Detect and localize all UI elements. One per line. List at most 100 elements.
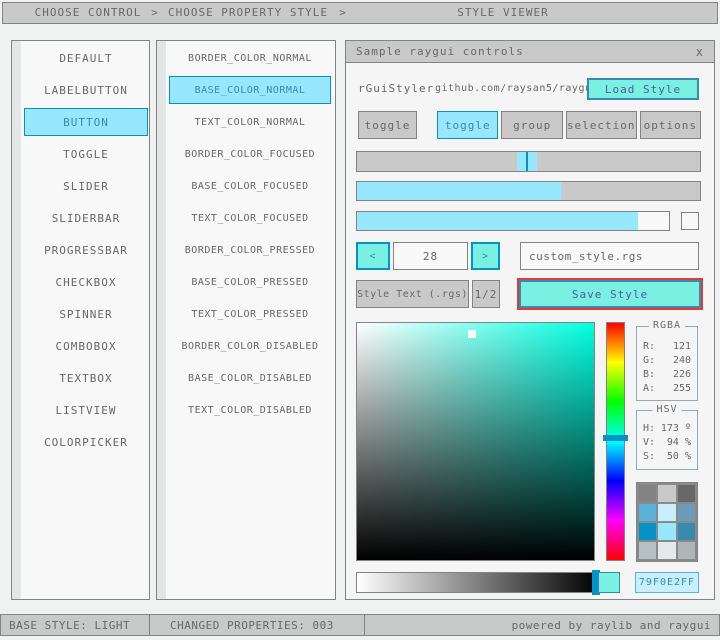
chevron-right-icon: > [151, 6, 159, 19]
rgba-green-label: G: [643, 355, 656, 366]
color-picker-selector[interactable] [468, 329, 477, 338]
progressbar-fill [357, 212, 638, 230]
hsv-saturation-value: 50 % [666, 451, 691, 462]
rgba-blue-label: B: [643, 369, 656, 380]
list-item-default[interactable]: DEFAULT [24, 44, 148, 72]
toggle-group-item-options[interactable]: options [639, 111, 702, 139]
toggle-row: toggle toggle group selection options [346, 111, 714, 139]
list-item-base-color-disabled[interactable]: BASE_COLOR_DISABLED [169, 364, 331, 392]
hsv-hue-value: 173 º [660, 423, 691, 434]
repo-link[interactable]: github.com/raysan5/raygui [435, 78, 598, 100]
status-changed-properties: CHANGED PROPERTIES: 003 [149, 614, 365, 636]
value-gradient-bar[interactable] [356, 570, 600, 595]
window-title: Sample raygui controls [356, 45, 524, 58]
style-text-button[interactable]: Style Text (.rgs) [356, 280, 469, 308]
swatch-text-normal[interactable] [677, 485, 695, 502]
list-item-textbox[interactable]: TEXTBOX [24, 364, 148, 392]
hue-bar-handle[interactable] [603, 435, 628, 442]
toggle-group-item-selection[interactable]: selection [565, 111, 637, 139]
breadcrumb-style-viewer: STYLE VIEWER [457, 6, 549, 19]
list-item-combobox[interactable]: COMBOBOX [24, 332, 148, 360]
spinner-increment-button[interactable]: > [471, 242, 500, 270]
list-item-border-color-pressed[interactable]: BORDER_COLOR_PRESSED [169, 236, 331, 264]
toggle-group-item-group[interactable]: group [501, 111, 563, 139]
list-item-text-color-disabled[interactable]: TEXT_COLOR_DISABLED [169, 396, 331, 424]
swatch-text-focused[interactable] [677, 504, 695, 521]
page-indicator-button[interactable]: 1/2 [472, 280, 500, 308]
swatch-base-disabled[interactable] [658, 542, 676, 559]
hsv-groupbox: HSV H: 173 º V: 94 % S: 50 % [636, 404, 698, 470]
hue-bar[interactable] [603, 322, 628, 561]
list-item-button-selected[interactable]: BUTTON [24, 108, 148, 136]
slider-handle[interactable] [517, 152, 538, 171]
list-item-border-color-disabled[interactable]: BORDER_COLOR_DISABLED [169, 332, 331, 360]
rguistyler-app: CHOOSE CONTROL > CHOOSE PROPERTY STYLE >… [0, 0, 720, 640]
swatch-base-normal[interactable] [658, 485, 676, 502]
spinner-value[interactable]: 28 [393, 242, 468, 270]
toggle-group-item-toggle-active[interactable]: toggle [437, 111, 499, 139]
swatch-text-disabled[interactable] [677, 542, 695, 559]
slider[interactable] [356, 151, 701, 172]
chevron-right-icon: > [339, 6, 347, 19]
rgba-groupbox-title: RGBA [648, 320, 686, 331]
list-item-base-color-focused[interactable]: BASE_COLOR_FOCUSED [169, 172, 331, 200]
sliderbar[interactable] [356, 181, 701, 201]
list-item-border-color-focused[interactable]: BORDER_COLOR_FOCUSED [169, 140, 331, 168]
rgba-alpha-value: 255 [672, 383, 691, 394]
toggle-group: toggle group selection options [437, 111, 702, 139]
spinner-decrement-button[interactable]: < [356, 242, 390, 270]
style-color-swatch-grid [636, 482, 698, 562]
spinner-row: < 28 > custom_style.rgs [346, 242, 714, 270]
properties-list-scrollbar[interactable] [157, 41, 166, 599]
load-style-button[interactable]: Load Style [587, 78, 699, 100]
hsv-saturation-label: S: [643, 451, 656, 462]
list-item-border-color-normal[interactable]: BORDER_COLOR_NORMAL [169, 44, 331, 72]
swatch-border-disabled[interactable] [639, 542, 657, 559]
hsv-value-value: 94 % [666, 437, 691, 448]
color-picker-area[interactable] [356, 322, 595, 561]
swatch-base-pressed[interactable] [658, 523, 676, 540]
list-item-spinner[interactable]: SPINNER [24, 300, 148, 328]
hsv-value-label: V: [643, 437, 656, 448]
list-item-base-color-normal-selected[interactable]: BASE_COLOR_NORMAL [169, 76, 331, 104]
breadcrumb-bar: CHOOSE CONTROL > CHOOSE PROPERTY STYLE >… [2, 2, 718, 24]
style-actions-row: Style Text (.rgs) 1/2 Save Style [346, 280, 714, 308]
list-item-progressbar[interactable]: PROGRESSBAR [24, 236, 148, 264]
list-item-toggle[interactable]: TOGGLE [24, 140, 148, 168]
list-item-sliderbar[interactable]: SLIDERBAR [24, 204, 148, 232]
swatch-border-pressed[interactable] [639, 523, 657, 540]
swatch-base-focused[interactable] [658, 504, 676, 521]
rgba-blue-value: 226 [672, 369, 691, 380]
hsv-value-row: V: 94 % [643, 436, 691, 449]
properties-listview: BORDER_COLOR_NORMAL BASE_COLOR_NORMAL TE… [156, 40, 336, 600]
rgba-red-row: R: 121 [643, 340, 691, 353]
list-item-colorpicker[interactable]: COLORPICKER [24, 428, 148, 456]
breadcrumb-choose-property-style: CHOOSE PROPERTY STYLE [167, 6, 329, 19]
list-item-checkbox[interactable]: CHECKBOX [24, 268, 148, 296]
sample-controls-window: Sample raygui controls x rGuiStyler gith… [345, 40, 715, 600]
app-name-label: rGuiStyler [358, 82, 435, 95]
close-icon[interactable]: x [696, 45, 704, 59]
swatch-border-focused[interactable] [639, 504, 657, 521]
hex-color-input[interactable]: 79F0E2FF [635, 572, 699, 593]
window-content: rGuiStyler github.com/raysan5/raygui Loa… [346, 64, 714, 599]
filename-input[interactable]: custom_style.rgs [520, 242, 699, 270]
list-item-text-color-focused[interactable]: TEXT_COLOR_FOCUSED [169, 204, 331, 232]
window-titlebar[interactable]: Sample raygui controls x [346, 41, 714, 63]
swatch-border-normal[interactable] [639, 485, 657, 502]
list-item-slider[interactable]: SLIDER [24, 172, 148, 200]
controls-list-scrollbar[interactable] [12, 41, 21, 599]
list-item-base-color-pressed[interactable]: BASE_COLOR_PRESSED [169, 268, 331, 296]
list-item-labelbutton[interactable]: LABELBUTTON [24, 76, 148, 104]
status-base-style: BASE STYLE: LIGHT [0, 614, 150, 636]
swatch-text-pressed[interactable] [677, 523, 695, 540]
toggle-button[interactable]: toggle [358, 111, 417, 139]
rgba-green-value: 240 [672, 355, 691, 366]
list-item-text-color-normal[interactable]: TEXT_COLOR_NORMAL [169, 108, 331, 136]
checkbox[interactable] [681, 212, 699, 230]
save-style-button[interactable]: Save Style [519, 280, 701, 308]
list-item-listview[interactable]: LISTVIEW [24, 396, 148, 424]
breadcrumb-choose-control: CHOOSE CONTROL [34, 6, 142, 19]
progressbar [356, 211, 670, 231]
list-item-text-color-pressed[interactable]: TEXT_COLOR_PRESSED [169, 300, 331, 328]
